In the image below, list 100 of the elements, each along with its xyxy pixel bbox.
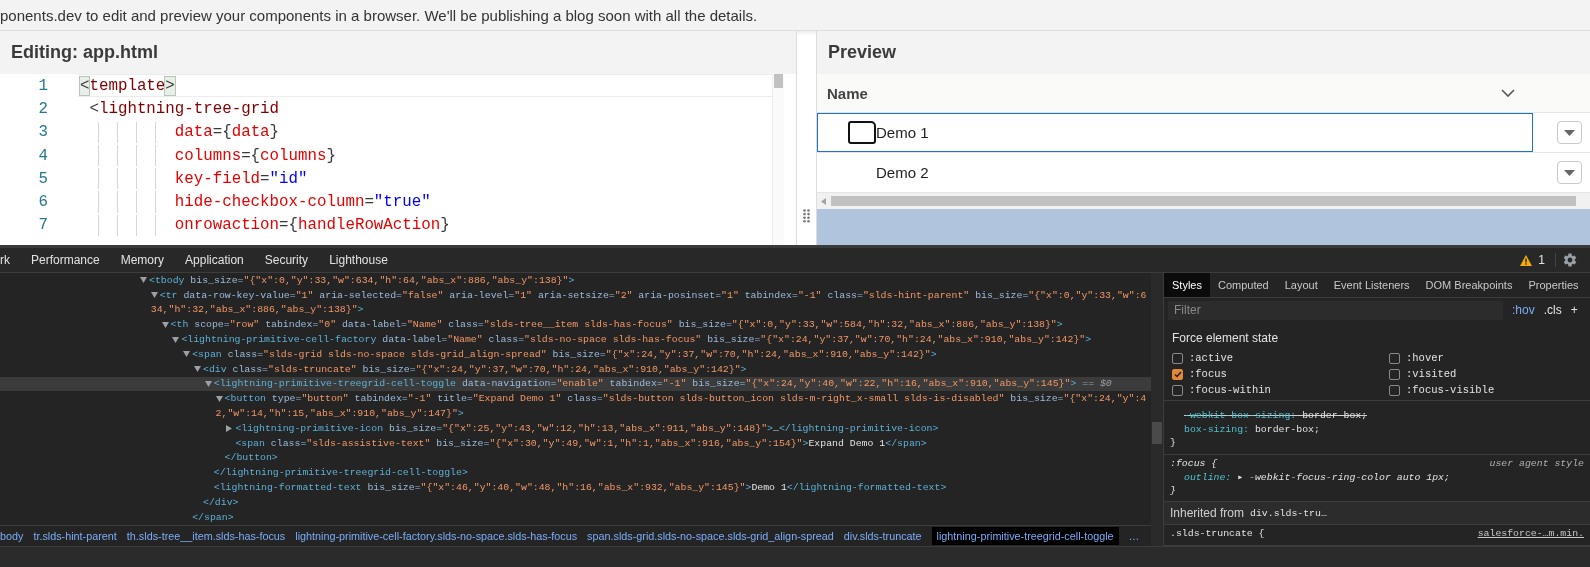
inherited-element-link[interactable]: div.slds-tru… [1250, 507, 1327, 519]
styles-tab[interactable]: Computed [1209, 273, 1277, 297]
line-number: 6 [37, 193, 48, 212]
caret-down-icon[interactable] [150, 292, 158, 299]
line-number: 3 [37, 123, 48, 142]
checkbox-label: :focus-within [1189, 384, 1271, 396]
scrollbar-thumb[interactable] [831, 196, 1576, 206]
code-line: data={data} [174, 123, 280, 142]
inherited-label: Inherited from [1170, 506, 1245, 520]
checkbox-label: :focus [1189, 368, 1227, 380]
devtools-tab[interactable]: rk [0, 253, 10, 267]
breadcrumb[interactable]: div.slds-truncate [843, 527, 922, 545]
closing-brace: } [1170, 437, 1176, 449]
breadcrumb[interactable]: body [0, 527, 24, 545]
checkbox[interactable] [1389, 368, 1400, 380]
dom-line: </lightning-primitive-treegrid-cell-toggle> [213, 467, 468, 479]
row-label: Demo 2 [876, 164, 929, 181]
dom-line: </div> [203, 496, 239, 508]
css-declaration: outline: ▸ -webkit-focus-ring-color auto 1px; [1184, 470, 1450, 483]
checkbox[interactable] [1172, 384, 1183, 396]
line-number: 7 [37, 216, 48, 235]
code-line: hide-checkbox-column="true" [174, 193, 431, 212]
source-link[interactable]: salesforce-…m.min. [1477, 528, 1584, 540]
warning-count: 1 [1538, 253, 1556, 267]
dom-line: <tbody bis_size="{"x":0,"y":33,"w":634,"h":64,"abs_x":886,"abs_y":138}"> [149, 274, 575, 286]
code-line: key-field="id" [174, 169, 308, 188]
css-selector: .slds-truncate { [1170, 528, 1265, 540]
code-line: <lightning-tree-grid [88, 99, 280, 118]
dom-line: <th scope="row" tabindex="0" data-label="Name" class="slds-tree__item slds-has-focus" bis_size="{"x":0,"y":33,"w":584,"h":32,"abs_x":886,"abs_y":138}"> [170, 319, 1063, 331]
caret-down-icon[interactable] [161, 321, 169, 328]
caret-down-icon[interactable] [215, 395, 223, 402]
chevron-down-icon[interactable] [1501, 89, 1515, 97]
breadcrumb[interactable]: th.slds-tree__item.slds-has-focus [126, 527, 286, 545]
checkbox[interactable] [1172, 352, 1183, 364]
checkbox-label: :focus-visible [1406, 384, 1495, 396]
scrollbar-thumb[interactable] [774, 74, 783, 88]
styles-tab[interactable]: Properties [1520, 273, 1587, 297]
row-menu-button[interactable] [1557, 121, 1582, 144]
filter-field[interactable]: Filter [1168, 300, 1503, 320]
line-number: 2 [37, 99, 48, 118]
css-declaration: box-sizing: border-box; [1184, 423, 1320, 435]
caret-down-icon[interactable] [194, 366, 201, 373]
dom-line: <lightning-primitive-treegrid-cell-toggle data-navigation="enable" tabindex="-1" bis_size="{"x":24,"y":40,"w":22,"h":16,"abs_x":910,"abs_y":145}"> == $0 [213, 378, 1112, 390]
intro-text: ponents.dev to edit and preview your components in a browser. We'll be publishing a blog soon with all the details. [0, 6, 758, 24]
code-line: columns={columns} [174, 146, 336, 165]
column-header[interactable]: Name [827, 84, 868, 102]
caret-down-icon[interactable] [140, 277, 147, 284]
dom-line: <tr data-row-key-value="1" aria-selected="false" aria-level="1" aria-setsize="2" aria-posinset="1" tabindex="-1" class="slds-hint-parent" bis_size="{"x":0,"y":33,"w":6 [159, 289, 1147, 301]
breadcrumb[interactable]: span.slds-grid.slds-no-space.slds-grid_align-spread [587, 527, 834, 545]
breadcrumb[interactable]: tr.slds-hint-parent [33, 527, 117, 545]
code-line: <template> [80, 76, 175, 95]
warning-icon[interactable] [1520, 254, 1533, 266]
dom-line: <div class="slds-truncate" bis_size="{"x":24,"y":37,"w":70,"h":24,"abs_x":910,"abs_y":142}"> [203, 363, 747, 375]
row-label: Demo 1 [876, 124, 929, 141]
highlighted-row[interactable]: <lightning-primitive-treegrid-cell-toggle data-navigation="enable" tabindex="-1" bis_size="{"x":24,"y":40,"w":22,"h":16,"abs_x":910,"abs_y":145}"> == $0 [0, 376, 1151, 392]
closing-brace: } [1170, 484, 1176, 496]
scrollbar-thumb[interactable] [1152, 422, 1162, 444]
dom-line: </button> [224, 452, 278, 464]
devtools-tab[interactable]: Lighthouse [329, 253, 388, 267]
caret-down-icon[interactable] [172, 336, 180, 343]
caret-right-icon[interactable] [226, 424, 233, 432]
breadcrumb[interactable]: … [1128, 527, 1140, 545]
devtools-tab[interactable]: Application [185, 253, 244, 267]
toolbar-button[interactable]: :hov [1512, 303, 1535, 317]
focused-row-cell[interactable]: Demo 1 [817, 113, 1533, 152]
checkbox[interactable] [1389, 384, 1400, 396]
checkbox-label: :visited [1406, 368, 1457, 380]
code-line: onrowaction={handleRowAction} [174, 216, 450, 235]
styles-tab[interactable]: DOM Breakpoints [1417, 273, 1521, 297]
styles-tab[interactable]: Layout [1276, 273, 1326, 297]
caret-down-icon [1564, 169, 1575, 176]
breadcrumb[interactable]: lightning-primitive-treegrid-cell-toggle [931, 527, 1119, 545]
css-selector: :focus { [1170, 457, 1218, 469]
devtools-tab[interactable]: Performance [31, 253, 100, 267]
drag-handle-icon[interactable] [803, 209, 810, 223]
toggle-button[interactable] [848, 121, 876, 144]
styles-tab[interactable]: Styles [1164, 273, 1210, 297]
rule-source: user agent style [1489, 457, 1584, 469]
dom-line: <span class="slds-grid slds-no-space slds-grid_align-spread" bis_size="{"x":24,"y":37,"w":70,"h":24,"abs_x":910,"abs_y":142}"> [192, 348, 937, 360]
caret-down-icon[interactable] [183, 351, 191, 358]
row-menu-button[interactable] [1557, 161, 1582, 184]
checkbox[interactable] [1389, 352, 1400, 364]
caret-down-icon [1564, 129, 1575, 136]
caret-down-icon[interactable] [204, 380, 212, 387]
settings-icon[interactable] [1562, 252, 1578, 268]
editor-title: Editing: app.html [11, 42, 158, 63]
dom-line: 34,"h":32,"abs_x":886,"abs_y":138}"> [150, 304, 364, 316]
breadcrumb[interactable]: lightning-primitive-cell-factory.slds-no-space.slds-has-focus [295, 527, 578, 545]
dom-line: <lightning-primitive-icon bis_size="{"x":25,"y":43,"w":12,"h":13,"abs_x":911,"abs_y":148}">…</lightning-primitive-icon> [235, 422, 939, 434]
devtools-tab[interactable]: Memory [120, 253, 165, 267]
checkbox[interactable] [1172, 368, 1183, 380]
line-number: 4 [37, 146, 48, 165]
dom-line: <button type="button" tabindex="-1" title="Expand Demo 1" class="slds-button slds-button_icon slds-m-right_x-small slds-is-disabled" bis_size="{"x":24,"y":4 [224, 393, 1147, 405]
checkbox-label: :active [1189, 352, 1234, 364]
line-number: 5 [37, 169, 48, 188]
preview-title: Preview [828, 42, 897, 63]
devtools-tab[interactable]: Security [264, 253, 309, 267]
toolbar-button[interactable]: + [1570, 303, 1578, 317]
toolbar-button[interactable]: .cls [1543, 303, 1562, 317]
styles-tab[interactable]: Event Listeners [1325, 273, 1418, 297]
